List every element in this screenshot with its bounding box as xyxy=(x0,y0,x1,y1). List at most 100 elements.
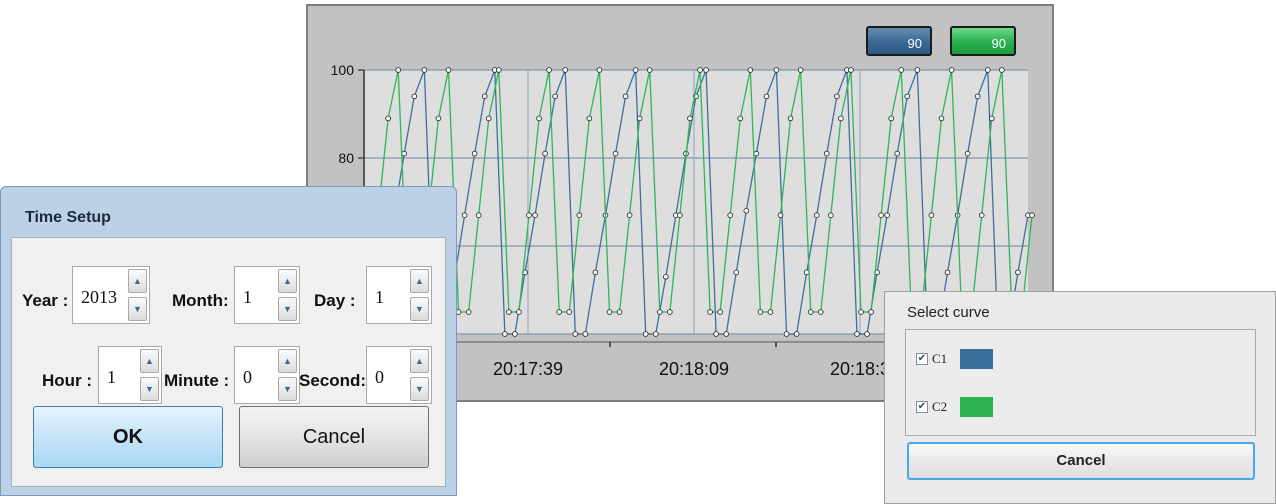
curve-label-c2: C2 xyxy=(932,399,948,414)
year-label: Year : xyxy=(22,291,69,310)
year-decrement-button[interactable]: ▼ xyxy=(128,297,147,321)
series-point-c2 xyxy=(817,309,824,315)
series-point-c2 xyxy=(807,309,814,315)
dialog-title: Time Setup xyxy=(25,209,111,226)
series-point-c2 xyxy=(697,67,703,73)
checkbox-c2[interactable]: ✔ xyxy=(916,401,928,413)
series-point-c2 xyxy=(576,212,583,219)
series-point-c2 xyxy=(737,115,744,122)
series-point-c1 xyxy=(411,93,418,100)
second-label: Second: xyxy=(299,371,367,390)
series-point-c1 xyxy=(612,150,619,157)
hour-increment-button[interactable]: ▲ xyxy=(140,349,159,373)
series-point-c1 xyxy=(481,93,488,100)
series-point-c1 xyxy=(582,331,589,337)
series-point-c1 xyxy=(914,67,921,73)
year-increment-button[interactable]: ▲ xyxy=(128,269,147,293)
curve-item-c1[interactable]: ✔ C1 xyxy=(916,349,1006,370)
day-field[interactable]: 1 ▲ ▼ xyxy=(366,266,432,324)
cancel-button[interactable]: Cancel xyxy=(239,406,429,468)
series-point-c2 xyxy=(747,67,754,73)
series-point-c1 xyxy=(773,67,780,73)
hour-field[interactable]: 1 ▲ ▼ xyxy=(98,346,162,404)
series-point-c1 xyxy=(984,67,991,73)
series-point-c1 xyxy=(652,331,659,337)
series-point-c1 xyxy=(572,331,579,337)
curve-list: ✔ C1 ✔ C2 xyxy=(905,329,1256,436)
dialog-title: Select curve xyxy=(907,304,990,321)
series-point-c2 xyxy=(465,309,472,315)
hour-value[interactable]: 1 xyxy=(107,367,116,388)
month-value[interactable]: 1 xyxy=(243,287,252,308)
curve1-value-badge: 90 xyxy=(866,26,932,56)
ok-button[interactable]: OK xyxy=(33,406,223,468)
series-point-c2 xyxy=(707,309,713,315)
second-field[interactable]: 0 ▲ ▼ xyxy=(366,346,432,404)
series-point-c2 xyxy=(636,115,643,122)
day-decrement-button[interactable]: ▼ xyxy=(410,297,429,321)
series-point-c1 xyxy=(592,269,599,276)
series-point-c1 xyxy=(401,150,408,157)
hour-label: Hour : xyxy=(42,371,93,390)
month-field[interactable]: 1 ▲ ▼ xyxy=(234,266,300,324)
series-point-c2 xyxy=(606,309,613,315)
series-point-c2 xyxy=(656,309,663,315)
series-point-c2 xyxy=(938,115,945,122)
series-point-c2 xyxy=(717,309,723,315)
series-point-c1 xyxy=(733,269,740,276)
series-point-c1 xyxy=(974,93,981,100)
hour-decrement-button[interactable]: ▼ xyxy=(140,377,159,401)
cancel-button[interactable]: Cancel xyxy=(907,442,1255,480)
select-curve-dialog: Select curve ✔ C1 ✔ C2 Cancel xyxy=(884,291,1276,504)
year-value[interactable]: 2013 xyxy=(81,287,117,308)
curve-color-swatch-c1 xyxy=(960,349,993,369)
second-decrement-button[interactable]: ▼ xyxy=(410,377,429,401)
month-decrement-button[interactable]: ▼ xyxy=(278,297,297,321)
series-point-c2 xyxy=(475,212,482,219)
checkbox-c1[interactable]: ✔ xyxy=(916,353,928,365)
minute-field[interactable]: 0 ▲ ▼ xyxy=(234,346,300,404)
series-point-c2 xyxy=(838,115,844,122)
series-point-c2 xyxy=(868,309,874,315)
minute-decrement-button[interactable]: ▼ xyxy=(278,377,297,401)
series-point-c1 xyxy=(562,67,569,73)
series-point-c2 xyxy=(928,212,935,219)
series-point-c1 xyxy=(723,331,729,337)
day-increment-button[interactable]: ▲ xyxy=(410,269,429,293)
series-point-c1 xyxy=(663,273,669,280)
series-point-c1 xyxy=(461,212,468,219)
month-increment-button[interactable]: ▲ xyxy=(278,269,297,293)
series-point-c2 xyxy=(828,212,834,219)
series-point-c1 xyxy=(632,67,639,73)
series-point-c2 xyxy=(888,115,894,122)
minute-increment-button[interactable]: ▲ xyxy=(278,349,297,373)
series-point-c1 xyxy=(532,212,538,219)
series-point-c2 xyxy=(767,309,774,315)
x-tick-label: 20:17:39 xyxy=(493,359,563,379)
series-point-c2 xyxy=(435,115,442,122)
series-point-c1 xyxy=(502,331,508,337)
series-point-c2 xyxy=(516,309,522,315)
series-point-c1 xyxy=(813,212,820,219)
series-point-c1 xyxy=(763,93,770,100)
series-point-c1 xyxy=(864,331,870,337)
series-point-c2 xyxy=(999,67,1005,73)
series-point-c1 xyxy=(854,331,860,337)
minute-value[interactable]: 0 xyxy=(243,367,252,388)
series-point-c1 xyxy=(904,93,911,100)
series-point-c2 xyxy=(556,309,562,315)
time-setup-dialog: Time Setup Year : 2013 ▲ ▼ Month: 1 ▲ ▼ … xyxy=(0,186,457,496)
second-value[interactable]: 0 xyxy=(375,367,384,388)
series-point-c1 xyxy=(703,67,709,73)
day-value[interactable]: 1 xyxy=(375,287,384,308)
year-field[interactable]: 2013 ▲ ▼ xyxy=(72,266,150,324)
y-tick-label: 80 xyxy=(338,150,354,166)
series-point-c2 xyxy=(948,67,955,73)
series-point-c2 xyxy=(506,309,512,315)
curve-item-c2[interactable]: ✔ C2 xyxy=(916,397,1006,418)
series-point-c1 xyxy=(743,208,750,214)
series-point-c2 xyxy=(988,115,995,122)
series-point-c1 xyxy=(884,212,890,219)
series-point-c1 xyxy=(642,331,649,337)
second-increment-button[interactable]: ▲ xyxy=(410,349,429,373)
